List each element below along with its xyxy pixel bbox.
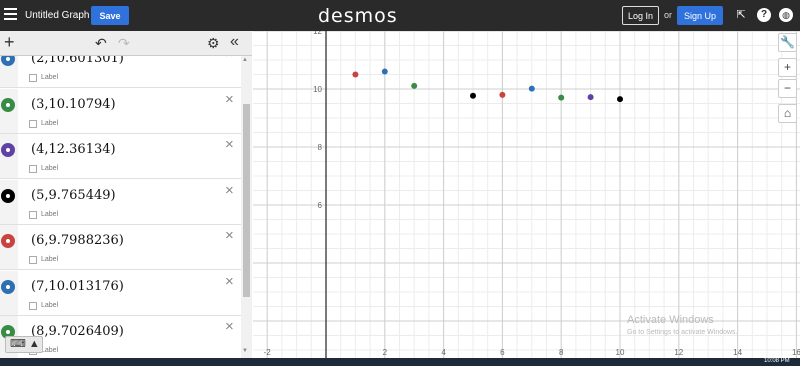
label-checkbox[interactable] [29,165,37,173]
expression-toolbar: + ↶ ↷ ⚙ « [0,31,252,56]
expression-text[interactable]: (6,9.7988236) [31,233,124,248]
point-color-icon[interactable] [1,97,15,112]
desmos-logo: desmos [318,5,398,27]
x-tick-label: 14 [733,348,742,357]
point-color-icon[interactable] [1,234,15,248]
label-checkbox[interactable] [29,301,37,310]
keyboard-toggle-button[interactable]: ⌨ ▲ [5,336,43,353]
label-text: Label [41,301,59,309]
remove-expression-icon[interactable]: × [225,318,234,335]
y-tick-label: 12 [313,31,322,36]
label-text: Label [41,165,59,172]
expression-text[interactable]: (3,10.10794) [31,97,116,112]
undo-icon[interactable]: ↶ [95,35,107,52]
expression-row[interactable]: (5,9.765449) Label × [0,179,241,225]
label-text: Label [41,347,59,354]
signup-button[interactable]: Sign Up [677,6,723,25]
share-icon[interactable]: ⇱ [734,8,748,22]
x-tick-label: 10 [616,348,625,357]
expression-text[interactable]: (8,9.7026409) [31,324,124,339]
x-tick-label: 12 [674,348,683,357]
zoom-out-button[interactable]: − [778,79,797,98]
remove-expression-icon[interactable]: × [225,182,234,199]
remove-expression-icon[interactable]: × [225,56,234,62]
data-point [352,71,359,78]
expression-panel: + ↶ ↷ ⚙ « (2,10.601301)Label×(3,10.10794… [0,31,252,358]
remove-expression-icon[interactable]: × [225,136,234,153]
redo-icon[interactable]: ↷ [118,35,130,52]
activate-windows-subtitle: Go to Settings to activate Windows. [627,329,738,336]
data-point [381,68,388,75]
scroll-down-arrow-icon[interactable]: ▼ [242,348,248,354]
x-tick-label: 4 [441,348,446,357]
taskbar-clock: 10:08 PM [764,358,790,364]
label-text: Label [41,256,59,263]
expression-row[interactable]: (3,10.10794) Label × [0,88,241,134]
x-tick-label: 2 [383,348,388,357]
remove-expression-icon[interactable]: × [225,227,234,244]
save-button[interactable]: Save [91,6,129,25]
graph-title[interactable]: Untitled Graph [25,10,89,21]
expression-row[interactable]: (7,10.013176) Label × [0,270,241,316]
expression-row[interactable]: (4,12.36134) Label × [0,134,241,179]
help-icon[interactable]: ? [757,8,771,22]
zoom-in-button[interactable]: + [778,58,797,77]
data-point [470,92,476,99]
x-tick-label: 16 [792,348,800,357]
label-text: Label [41,210,59,218]
label-checkbox[interactable] [29,210,37,219]
x-tick-label: -2 [264,348,272,357]
data-point [528,85,535,92]
expression-text[interactable]: (4,12.36134) [31,142,116,157]
label-checkbox[interactable] [29,256,37,264]
or-text: or [664,10,673,20]
scroll-up-arrow-icon[interactable]: ▲ [242,57,248,63]
default-view-home-icon[interactable]: ⌂ [778,104,797,123]
point-color-icon[interactable] [1,143,15,157]
expression-text[interactable]: (7,10.013176) [31,279,124,294]
data-point [499,91,506,98]
expression-list: (2,10.601301)Label×(3,10.10794)Label×(4,… [0,56,241,358]
label-text: Label [41,74,59,81]
point-color-icon[interactable] [1,188,15,203]
label-checkbox[interactable] [29,74,37,82]
menu-icon[interactable] [4,8,17,22]
activate-windows-title: Activate Windows [627,314,714,326]
scrollbar-thumb[interactable] [243,104,250,297]
add-expression-button[interactable]: + [4,32,15,53]
top-bar: Untitled Graph Save desmos Log In or Sig… [0,0,800,31]
label-checkbox[interactable] [29,119,37,128]
expression-text[interactable]: (5,9.765449) [31,188,116,203]
x-tick-label: 6 [500,348,505,357]
login-button[interactable]: Log In [622,6,659,25]
point-color-icon[interactable] [1,279,15,294]
remove-expression-icon[interactable]: × [225,273,234,290]
y-tick-label: 8 [318,143,323,152]
expression-row[interactable]: (6,9.7988236) Label × [0,225,241,270]
label-text: Label [41,119,59,127]
graph-settings-wrench-icon[interactable]: 🔧 [778,33,797,52]
expression-text[interactable]: (2,10.601301) [31,56,124,66]
y-tick-label: 10 [313,85,322,94]
x-tick-label: 8 [559,348,564,357]
graph-canvas[interactable]: -224681012141614121086 [253,31,800,358]
expression-row[interactable]: (2,10.601301) Label × [0,56,241,88]
graph-grid[interactable]: -224681012141614121086 [253,31,800,358]
globe-icon[interactable]: ◍ [779,8,793,22]
remove-expression-icon[interactable]: × [225,91,234,108]
taskbar [0,358,800,366]
data-point [617,96,623,103]
data-point [587,94,594,101]
collapse-panel-icon[interactable]: « [230,33,239,51]
settings-gear-icon[interactable]: ⚙ [207,35,220,52]
y-tick-label: 6 [318,201,323,210]
data-point [558,94,565,101]
data-point [411,82,418,89]
